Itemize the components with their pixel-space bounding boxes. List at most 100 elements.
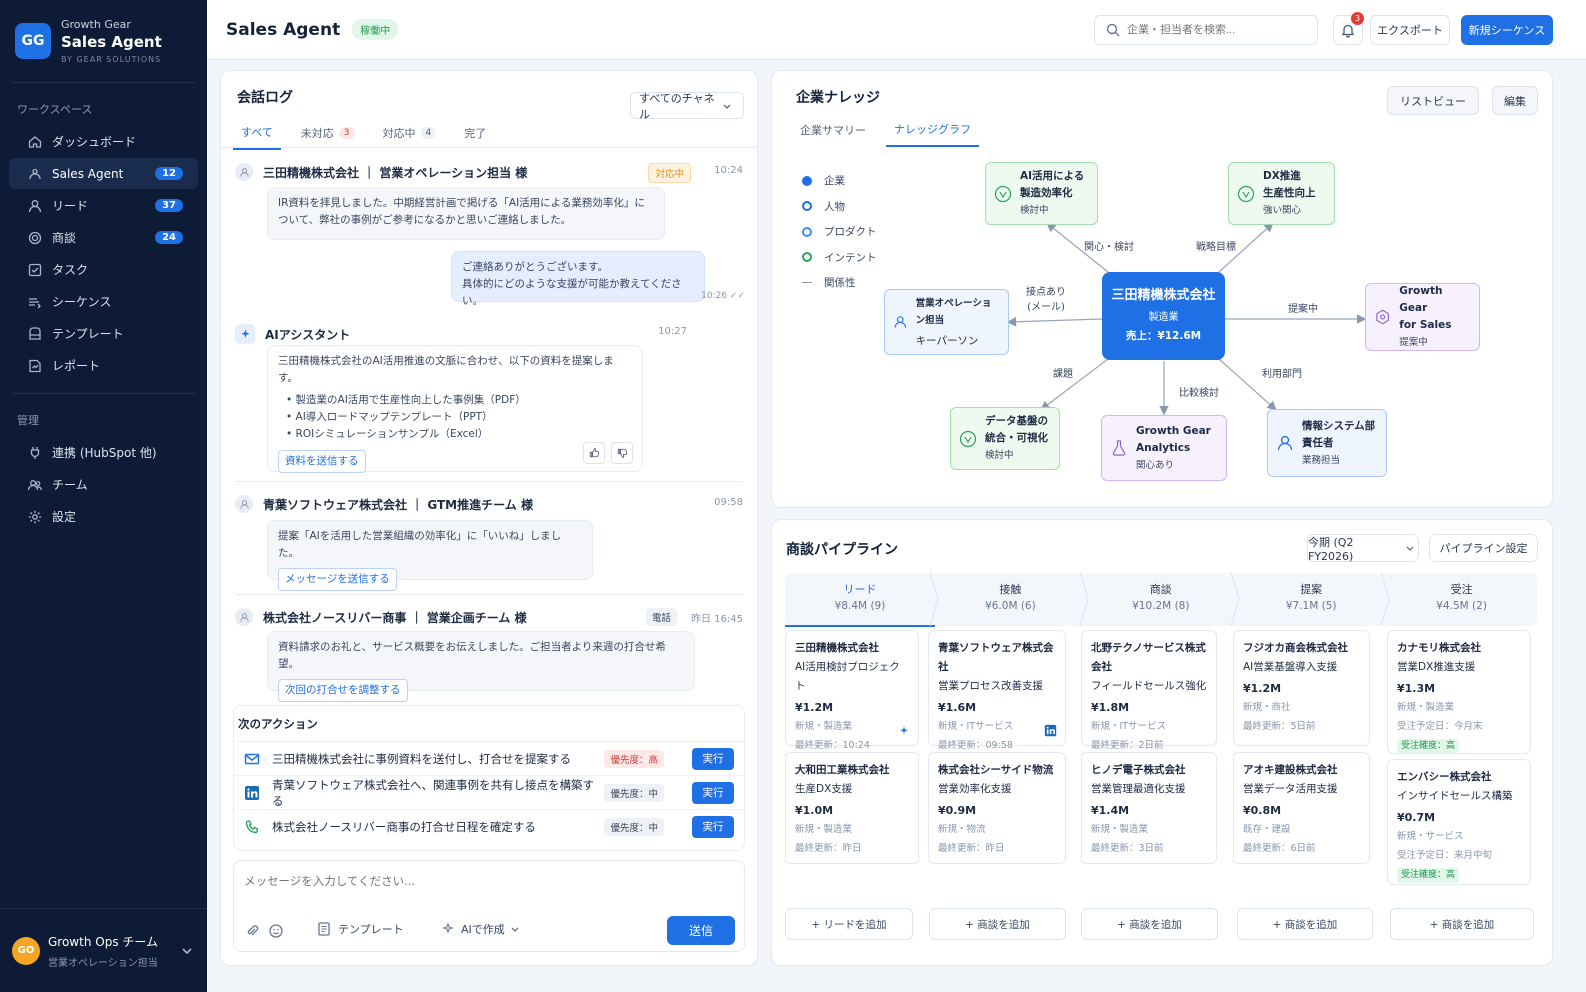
mail-icon [244,751,260,767]
deal-amount: ¥1.3M [1397,682,1436,695]
template-button[interactable]: テンプレート [316,921,404,937]
node-title: Growth Gear [1399,285,1443,314]
deal-card[interactable]: フジオカ商会株式会社 AI営業基盤導入支援 ¥1.2M 新規・商社 最終更新：5日前 [1233,630,1370,746]
sidebar: GG Growth Gear Sales Agent BY GEAR SOLUT… [0,0,207,992]
product-node-gg-sales[interactable]: Growth Gear for Sales 提案中 [1365,283,1480,351]
deal-card[interactable]: ヒノデ電子株式会社 営業管理最適化支援 ¥1.4M 新規・製造業 最終更新：3日前 [1081,752,1217,864]
incoming-message: IR資料を拝見しました。中期経営計画で掲げる「AI活用による業務効率化」について… [267,187,665,240]
pipeline-settings-button[interactable]: パイプライン設定 [1429,534,1538,562]
template-icon [27,326,43,342]
company-node-center[interactable]: 三田精機株式会社 製造業 売上：¥12.6M [1102,272,1225,360]
sidebar-item-gear[interactable]: 設定 [9,501,198,532]
action-row[interactable]: 三田精機株式会社に事例資料を送付し、打合せを提案する 優先度：高 実行 [234,741,744,775]
sidebar-item-team[interactable]: チーム [9,469,198,500]
action-text: 三田精機株式会社に事例資料を送付し、打合せを提案する [272,751,571,766]
run-button[interactable]: 実行 [692,781,734,804]
check-circle-icon [1237,185,1255,202]
add-deal-button[interactable]: + 商談を追加 [929,908,1066,940]
assistant-item-label: 製造業のAI活用で生産性向上した事例集（PDF） [295,394,526,406]
sidebar-item-label: リード [52,199,89,213]
conversation-thread[interactable]: 青葉ソフトウェア株式会社 ｜ GTM推進チーム 様 09:58 提案「AIを活用… [235,495,745,591]
deal-card[interactable]: エンバシー株式会社 インサイドセールス構築 ¥0.7M 新規・サービス 受注予定日：来月… [1387,759,1531,885]
chevron-down-icon[interactable] [179,943,195,959]
deal-title: 営業データ活用支援 [1243,783,1338,795]
add-deal-button[interactable]: + 商談を追加 [1081,908,1218,940]
sidebar-item-sequence[interactable]: シーケンス [9,286,198,317]
assistant-item-label: ROIシミュレーションサンプル（Excel） [295,428,489,440]
search-input[interactable] [1127,24,1307,36]
channel-filter-value: すべてのチャネル [639,91,715,121]
sidebar-item-plug[interactable]: 連携 (HubSpot 他) [9,437,198,468]
notifications-button[interactable]: 3 [1333,12,1364,45]
pipeline-stage[interactable]: 提案 ¥7.1M (5) [1236,572,1390,626]
sidebar-item-target[interactable]: 商談 24 [9,222,198,253]
stage-value: ¥4.5M (2) [1436,600,1487,612]
deal-amount: ¥1.2M [1243,682,1282,695]
deal-card[interactable]: アオキ建設株式会社 営業データ活用支援 ¥0.8M 既存・建設 最終更新：6日前 [1233,752,1370,864]
node-title: Growth Gear [1136,424,1211,437]
schedule-meeting-button[interactable]: 次回の打合せを調整する [278,679,408,702]
intent-node-dx[interactable]: DX推進 生産性向上 強い関心 [1228,162,1335,225]
sidebar-item-template[interactable]: テンプレート [9,318,198,349]
ai-compose-label: AIで作成 [461,923,505,936]
sidebar-item-home[interactable]: ダッシュボード [9,126,198,157]
pipeline-stage[interactable]: 商談 ¥10.2M (8) [1086,572,1240,626]
action-row[interactable]: 青葉ソフトウェア株式会社へ、関連事例を共有し接点を構築する 優先度：中 実行 [234,775,744,809]
sidebar-item-person[interactable]: リード 37 [9,190,198,221]
new-sequence-button[interactable]: 新規シーケンス [1461,15,1553,45]
add-lead-button[interactable]: + リードを追加 [785,908,913,940]
action-row[interactable]: 株式会社ノースリバー商事の打合せ日程を確定する 優先度：中 実行 [234,809,744,843]
send-materials-button[interactable]: 資料を送信する [278,450,366,473]
period-value: 今期 (Q2 FY2026) [1308,535,1354,563]
intent-node-ai[interactable]: AI活用による 製造効率化 検討中 [985,162,1098,225]
pipeline-stage[interactable]: リード ¥8.4M (9) [785,572,939,627]
run-button[interactable]: 実行 [692,815,734,838]
export-button[interactable]: エクスポート [1370,15,1450,45]
chevron-down-icon [507,921,523,937]
intent-node-data[interactable]: データ基盤の 統合・可視化 検討中 [950,407,1060,470]
message-input[interactable] [244,871,724,891]
search-box[interactable] [1094,15,1318,45]
deal-card[interactable]: 三田精機株式会社 AI活用検討プロジェクト ¥1.2M 新規・製造業 最終更新：10:2… [785,630,919,751]
pipeline-stage[interactable]: 受注 ¥4.5M (2) [1387,572,1537,626]
edge-label: 戦略目標 [1196,242,1236,253]
message-composer: テンプレート AIで作成 送信 [233,860,745,952]
ai-compose-button[interactable]: AIで作成 [441,921,523,937]
thumbs-down-icon[interactable] [611,442,633,464]
agent-icon [27,166,43,182]
edge-label: 関心・検討 [1084,242,1134,253]
sidebar-item-agent[interactable]: Sales Agent 12 [9,158,198,189]
send-button[interactable]: 送信 [667,916,735,945]
paperclip-icon[interactable] [244,923,260,939]
node-industry: 製造業 [1148,312,1179,323]
send-message-button[interactable]: メッセージを送信する [278,568,397,591]
node-title: 製造効率化 [1020,187,1073,199]
deal-card[interactable]: 大和田工業株式会社 生産DX支援 ¥1.0M 新規・製造業 最終更新：昨日 [785,752,919,864]
emoji-icon[interactable] [268,923,284,939]
person-node-info[interactable]: 情報システム部 責任者 業務担当 [1267,409,1387,477]
user-menu[interactable]: GO Growth Ops チーム 営業オペレーション担当 [0,908,207,992]
deal-meta: 新規・製造業 [795,721,853,732]
conversation-thread[interactable]: 株式会社ノースリバー商事 ｜ 営業企画チーム 様 電話 昨日 16:45 資料請… [235,608,745,702]
deal-card[interactable]: 株式会社シーサイド物流 営業効率化支援 ¥0.9M 新規・物流 最終更新：昨日 [928,752,1066,864]
thumbs-up-icon[interactable] [583,442,605,464]
brand[interactable]: GG Growth Gear Sales Agent BY GEAR SOLUT… [0,0,207,82]
add-deal-button[interactable]: + 商談を追加 [1237,908,1373,940]
sidebar-item-report[interactable]: レポート [9,350,198,381]
deal-card[interactable]: カナモリ株式会社 営業DX推進支援 ¥1.3M 新規・製造業 受注予定日：今月末 受注確度… [1387,630,1531,754]
period-select[interactable]: 今期 (Q2 FY2026) [1307,534,1419,563]
channel-filter[interactable]: すべてのチャネル [630,91,744,121]
person-node-ops[interactable]: 営業オペレーション担当 キーパーソン [884,289,1009,355]
conversation-thread[interactable]: 三田精機株式会社 ｜ 営業オペレーション担当 様 対応中 10:24 IR資料を… [235,163,745,307]
sidebar-item-task[interactable]: タスク [9,254,198,285]
deal-card[interactable]: 北野テクノサービス株式会社 フィールドセールス強化 ¥1.8M 新規・ITサービス 最終… [1081,630,1217,751]
product-node-gg-analytics[interactable]: Growth Gear Analytics 関心あり [1101,415,1227,481]
contact-avatar-icon [235,163,253,181]
deal-card[interactable]: 青葉ソフトウェア株式会社 営業プロセス改善支援 ¥1.6M 新規・ITサービス 最終更新… [928,630,1066,751]
add-deal-button[interactable]: + 商談を追加 [1390,908,1534,940]
win-probability-badge: 受注確度：高 [1397,739,1460,754]
run-button[interactable]: 実行 [692,747,734,770]
win-probability-badge: 受注確度：高 [1397,868,1460,883]
deal-updated: 最終更新：5日前 [1243,721,1316,732]
pipeline-stage[interactable]: 接触 ¥6.0M (6) [935,572,1089,626]
